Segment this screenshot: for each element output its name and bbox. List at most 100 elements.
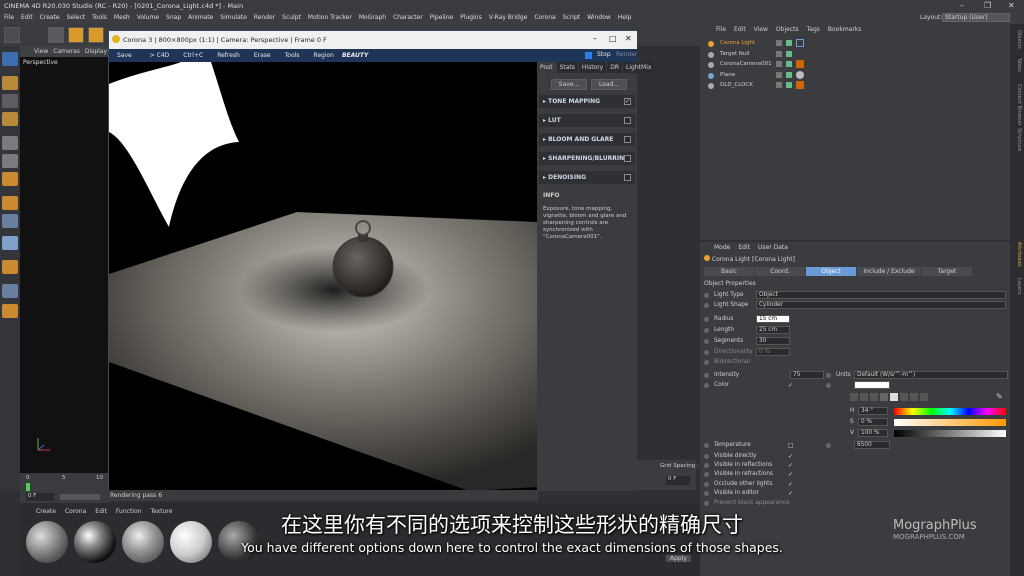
saturation-field[interactable]: 0 % [858,418,888,426]
visibility-icon[interactable] [776,40,782,46]
dock-tab-layers[interactable]: Layers [1012,278,1022,295]
section-lut[interactable]: ▸ LUT [539,114,635,127]
object-menu-item[interactable]: Bookmarks [828,26,862,33]
end-frame-field[interactable]: 0 F [666,476,690,485]
vfb-refresh-button[interactable]: Refresh [217,52,240,59]
anim-dot[interactable] [704,373,709,378]
length-field[interactable]: 25 cm [756,326,790,334]
playhead[interactable] [26,483,30,491]
color-check[interactable]: ✓ [788,381,793,390]
visible-directly-check[interactable]: ✓ [788,452,793,461]
swatches-mode-icon[interactable] [920,393,928,401]
restore-icon[interactable]: ❐ [984,1,991,10]
anim-dot[interactable] [704,328,709,333]
object-menu-item[interactable]: File [716,26,726,33]
anim-dot[interactable] [826,373,831,378]
render-image[interactable] [109,62,537,491]
anim-dot[interactable] [704,317,709,322]
menu-item[interactable]: Motion Tracker [308,14,352,24]
section-tone-mapping[interactable]: ▸ TONE MAPPING ✓ [539,95,635,108]
object-row-corona-light[interactable]: Corona Light [700,38,1010,49]
undo-icon[interactable] [4,27,20,43]
tab-lightmix[interactable]: LightMix [623,62,655,73]
visibility-icon[interactable] [776,82,782,88]
axis-icon[interactable] [2,196,18,210]
object-row-old-clock[interactable]: OLD_CLOCK [700,80,1010,91]
tab-include-exclude[interactable]: Include / Exclude [857,267,921,276]
hue-field[interactable]: 34 ° [858,407,888,415]
checkerboard-icon[interactable] [2,76,18,90]
anim-dot[interactable] [704,463,709,468]
menu-item[interactable]: Edit [21,14,33,24]
temperature-field[interactable]: 6500 [854,441,890,449]
anim-dot[interactable] [704,339,709,344]
enable-icon[interactable] [786,50,792,57]
light-shape-select[interactable]: Cylinder [756,301,1006,309]
menu-item[interactable]: File [4,14,14,24]
material-tag-icon[interactable] [796,81,804,89]
menu-item[interactable]: V-Ray Bridge [489,14,528,24]
section-denoising[interactable]: ▸ DENOISING [539,171,635,184]
section-checkbox[interactable]: ✓ [624,98,631,105]
make-editable-icon[interactable] [2,52,18,66]
anim-dot[interactable] [826,443,831,448]
dock-tab-structure[interactable]: Structure [1012,128,1022,151]
menu-item[interactable]: Sculpt [282,14,301,24]
apply-button[interactable]: Apply [666,555,691,562]
range-slider[interactable] [60,494,100,500]
hsv-mode-icon[interactable] [890,393,898,401]
anim-dot[interactable] [704,491,709,496]
mixer-mode-icon[interactable] [910,393,918,401]
visibility-icon[interactable] [776,71,782,78]
menu-item[interactable]: Volume [137,14,159,24]
enable-icon[interactable] [786,40,792,46]
visible-reflections-check[interactable]: ✓ [788,461,793,470]
section-checkbox[interactable] [624,174,631,181]
temperature-check[interactable]: □ [788,441,794,450]
dock-tab-attributes[interactable]: Attributes [1012,242,1022,267]
vfb-render-button[interactable]: Render [616,51,637,58]
value-slider[interactable] [894,430,1006,437]
viewport-menu-item[interactable]: Display [85,48,107,57]
menu-item[interactable]: Script [563,14,580,24]
color-swatch[interactable] [854,381,890,389]
vfb-erase-button[interactable]: Erase [254,52,271,59]
visible-editor-check[interactable]: ✓ [788,489,793,498]
menu-item[interactable]: Pipeline [430,14,453,24]
tab-coord[interactable]: Coord. [755,267,805,276]
units-select[interactable]: Default (W/sr^-m^) [854,371,1008,379]
spectrum-mode-icon[interactable] [860,393,868,401]
visible-refractions-check[interactable]: ✓ [788,470,793,479]
stop-icon[interactable] [585,52,592,59]
anim-dot[interactable] [704,383,709,388]
dock-tab-takes[interactable]: Takes [1012,58,1022,72]
visibility-icon[interactable] [776,61,782,67]
image-mode-icon[interactable] [870,393,878,401]
camera-tag-icon[interactable] [796,60,804,68]
vfb-region-button[interactable]: Region [313,52,334,59]
menu-item[interactable]: Plugins [460,14,482,24]
radius-field[interactable]: 15 cm [756,315,790,323]
section-bloom-glare[interactable]: ▸ BLOOM AND GLARE [539,133,635,146]
occlude-lights-check[interactable]: ✓ [788,480,793,489]
anim-dot[interactable] [826,383,831,388]
menu-item[interactable]: Snap [166,14,181,24]
tab-stats[interactable]: Stats [556,62,578,73]
tab-basic[interactable]: Basic [704,267,754,276]
lock-workplane-icon[interactable] [2,284,18,298]
timeline[interactable]: 0 5 10 0 F [20,473,108,503]
points-mode-icon[interactable] [2,136,18,150]
target-tag-icon[interactable] [796,39,804,47]
enable-icon[interactable] [786,82,792,88]
vfb-tools-button[interactable]: Tools [285,52,300,59]
object-row-target-null[interactable]: Target Null [700,49,1010,60]
tab-object[interactable]: Object [806,267,856,276]
menu-item[interactable]: Select [67,14,86,24]
object-menu-item[interactable]: Edit [734,26,746,33]
rgb-mode-icon[interactable] [880,393,888,401]
viewport-menu-item[interactable]: Cameras [53,48,80,57]
magnet-icon[interactable] [2,260,18,274]
tab-history[interactable]: History [578,62,607,73]
vfb-maximize-icon[interactable]: □ [609,34,617,43]
menu-item[interactable]: Tools [92,14,107,24]
